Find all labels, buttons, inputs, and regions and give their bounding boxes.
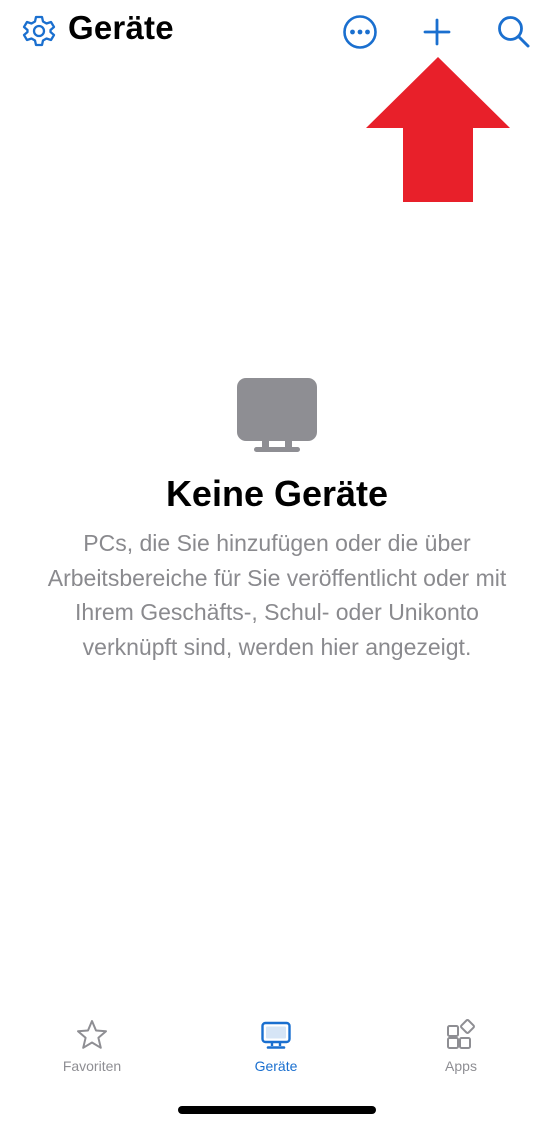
red-arrow-up-icon xyxy=(366,57,510,202)
monitor-icon xyxy=(261,1021,291,1049)
star-icon xyxy=(77,1020,107,1049)
tab-favorites[interactable]: Favoriten xyxy=(22,1010,162,1080)
monitor-icon xyxy=(237,378,317,452)
tab-label-apps: Apps xyxy=(445,1058,477,1074)
page-title: Geräte xyxy=(68,9,174,46)
plus-icon[interactable] xyxy=(417,12,457,52)
tab-label-favorites: Favoriten xyxy=(62,1058,122,1074)
tab-devices[interactable]: Geräte xyxy=(206,1010,346,1080)
navigation-header: Geräte xyxy=(0,0,554,64)
search-icon[interactable] xyxy=(494,12,534,52)
tab-apps[interactable]: Apps xyxy=(391,1010,531,1080)
apps-icon xyxy=(447,1019,475,1049)
empty-state-title: Keine Geräte xyxy=(165,473,389,514)
empty-state: Keine Geräte PCs, die Sie hinzufügen ode… xyxy=(0,370,554,664)
tab-label-devices: Geräte xyxy=(254,1058,298,1074)
tab-bar: Favoriten Geräte Apps xyxy=(0,1010,554,1080)
home-indicator xyxy=(178,1106,376,1114)
empty-state-message: PCs, die Sie hinzufügen oder die über Ar… xyxy=(47,530,507,660)
ellipsis-circle-icon[interactable] xyxy=(340,12,380,52)
gear-icon[interactable] xyxy=(20,12,58,50)
